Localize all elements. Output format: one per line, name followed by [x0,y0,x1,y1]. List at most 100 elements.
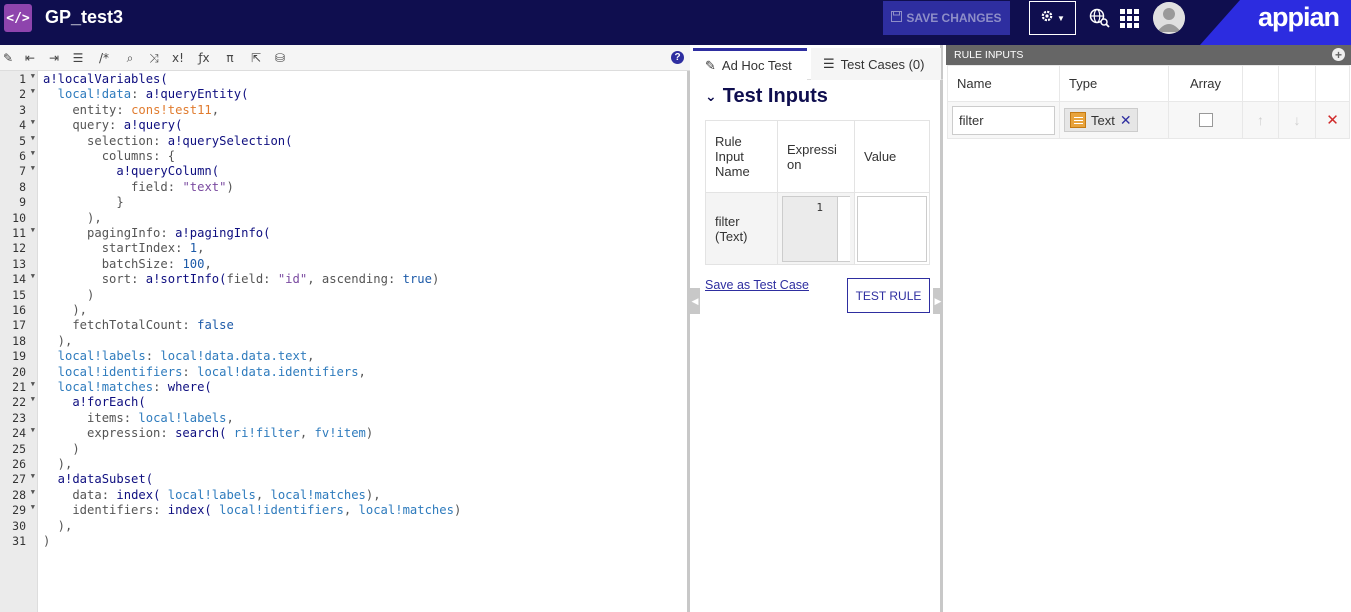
add-icon[interactable]: + [1332,48,1345,62]
type-label: Text [1091,112,1115,128]
outdent-icon[interactable]: ⇤ [22,49,38,67]
format-icon[interactable]: ✎ [0,49,16,67]
line-number: 12 [12,241,26,256]
line-number: 1 ▼ [19,72,35,86]
save-as-test-case-link[interactable]: Save as Test Case [705,278,809,292]
test-inputs-header[interactable]: ⌄ Test Inputs [705,85,828,108]
line-number: 11 ▼ [12,226,35,240]
code-line: pagingInfo: a!pagingInfo( [43,226,271,240]
type-chip[interactable]: Text ✕ [1064,108,1138,132]
fold-caret-icon[interactable]: ▼ [31,380,35,388]
code-line: fetchTotalCount: false [43,318,234,333]
code-line: local!labels: local!data.data.text, [43,349,315,364]
save-changes-button[interactable]: SAVE CHANGES [883,1,1010,35]
rule-input-name-field[interactable]: filter [952,105,1055,135]
line-number: 23 [12,410,26,425]
help-icon[interactable]: ? [671,51,684,64]
line-number: 7 ▼ [19,164,35,179]
rule-inputs-panel: RULE INPUTS + Name Type Array filter Tex… [946,45,1351,612]
line-number: 9 [19,195,26,210]
code-line: expression: search( ri!filter, fv!item) [43,426,374,441]
database-search-icon[interactable]: ⛁ [272,49,288,67]
code-logo-icon[interactable]: </> [4,4,32,32]
function-icon[interactable]: ƒx [196,49,212,67]
tab-ad-hoc-test[interactable]: ✎ Ad Hoc Test [693,48,807,80]
rule-inputs-table: Name Type Array filter Text ✕ ↑ ↓ ✕ [947,65,1350,139]
clear-function-icon[interactable]: x! [170,49,186,67]
tab-label: Test Cases (0) [840,56,925,72]
shuffle-icon[interactable]: ⤨ [146,49,162,67]
avatar[interactable] [1153,2,1185,34]
editor-toolbar: ✎ ⇤ ⇥ ☰ /* ⌕ ⤨ x! ƒx π ⇱ ⛁ ? [0,45,690,71]
fold-caret-icon[interactable]: ▼ [31,272,35,280]
line-number: 26 [12,457,26,471]
search-icon[interactable]: ⌕ [122,49,138,67]
code-line: a!localVariables( [43,72,168,86]
tab-label: Ad Hoc Test [721,58,792,73]
rule-inputs-title: RULE INPUTS [954,49,1024,61]
code-line: ), [43,333,73,348]
fold-caret-icon[interactable]: ▼ [31,226,35,234]
code-line: a!dataSubset( [43,472,154,487]
fold-caret-icon[interactable]: ▼ [31,472,35,480]
fold-caret-icon[interactable]: ▼ [31,426,35,434]
page-title: GP_test3 [45,7,124,27]
collapse-left-handle[interactable]: ◀ [690,288,700,314]
delete-icon[interactable]: ✕ [1315,101,1350,139]
expression-editor-field[interactable]: 1 [782,195,850,262]
move-up-icon[interactable]: ↑ [1242,101,1279,139]
code-line: ), [43,303,88,317]
chevron-down-icon: ⌄ [705,88,717,104]
fold-caret-icon[interactable]: ▼ [31,87,35,95]
line-number: 29 ▼ [12,503,35,518]
line-number: 16 [12,303,26,317]
column-header: Array [1168,65,1243,102]
move-down-icon[interactable]: ↓ [1278,101,1316,139]
fold-caret-icon[interactable]: ▼ [31,118,35,126]
list-icon[interactable]: ☰ [70,49,86,67]
fold-caret-icon[interactable]: ▼ [31,134,35,142]
value-field[interactable] [857,195,927,262]
line-number: 18 [12,333,26,348]
line-number: 4 ▼ [19,118,35,133]
fold-caret-icon[interactable]: ▼ [31,488,35,496]
line-number: 28 ▼ [12,487,35,502]
fold-caret-icon[interactable]: ▼ [31,503,35,511]
test-panel: ✎ Ad Hoc Test ☰ Test Cases (0) ⌄ Test In… [693,45,943,612]
code-line: local!matches: where( [43,380,212,394]
export-icon[interactable]: ⇱ [248,49,264,67]
code-line: a!forEach( [43,395,146,410]
gear-icon [1040,9,1054,27]
collapse-right-handle[interactable]: ▶ [933,288,943,314]
fold-caret-icon[interactable]: ▼ [31,395,35,403]
line-number: 31 [12,534,26,548]
line-number: 22 ▼ [12,395,35,410]
remove-type-icon[interactable]: ✕ [1120,112,1132,129]
test-rule-button[interactable]: TEST RULE [847,278,930,313]
code-line: ) [43,287,95,302]
fold-caret-icon[interactable]: ▼ [31,72,35,80]
code-line: data: index( local!labels, local!matches… [43,487,381,502]
input-name-cell: filter (Text) [705,192,778,265]
save-changes-label: SAVE CHANGES [906,11,1002,25]
fold-caret-icon[interactable]: ▼ [31,164,35,172]
code-line: startIndex: 1, [43,241,205,256]
comment-icon[interactable]: /* [96,49,112,67]
line-number: 24 ▼ [12,426,35,441]
line-number: 20 [12,364,26,379]
code-line: ), [43,457,73,471]
indent-icon[interactable]: ⇥ [46,49,62,67]
settings-menu-button[interactable]: ▼ [1029,1,1076,35]
test-tab-bar: ✎ Ad Hoc Test ☰ Test Cases (0) [693,45,943,80]
table-row: filter Text ✕ ↑ ↓ ✕ [947,101,1350,139]
tab-test-cases[interactable]: ☰ Test Cases (0) [811,48,941,80]
pi-icon[interactable]: π [222,49,238,67]
apps-grid-icon[interactable] [1120,9,1139,28]
fold-caret-icon[interactable]: ▼ [31,149,35,157]
array-checkbox[interactable] [1198,113,1213,127]
table-row: filter (Text) 1 [705,192,930,265]
test-inputs-table: Rule Input Name Expressi on Value filter… [705,120,930,265]
globe-search-icon[interactable] [1089,8,1111,28]
line-number: 1 [816,200,823,214]
code-line: a!queryColumn( [43,164,220,179]
